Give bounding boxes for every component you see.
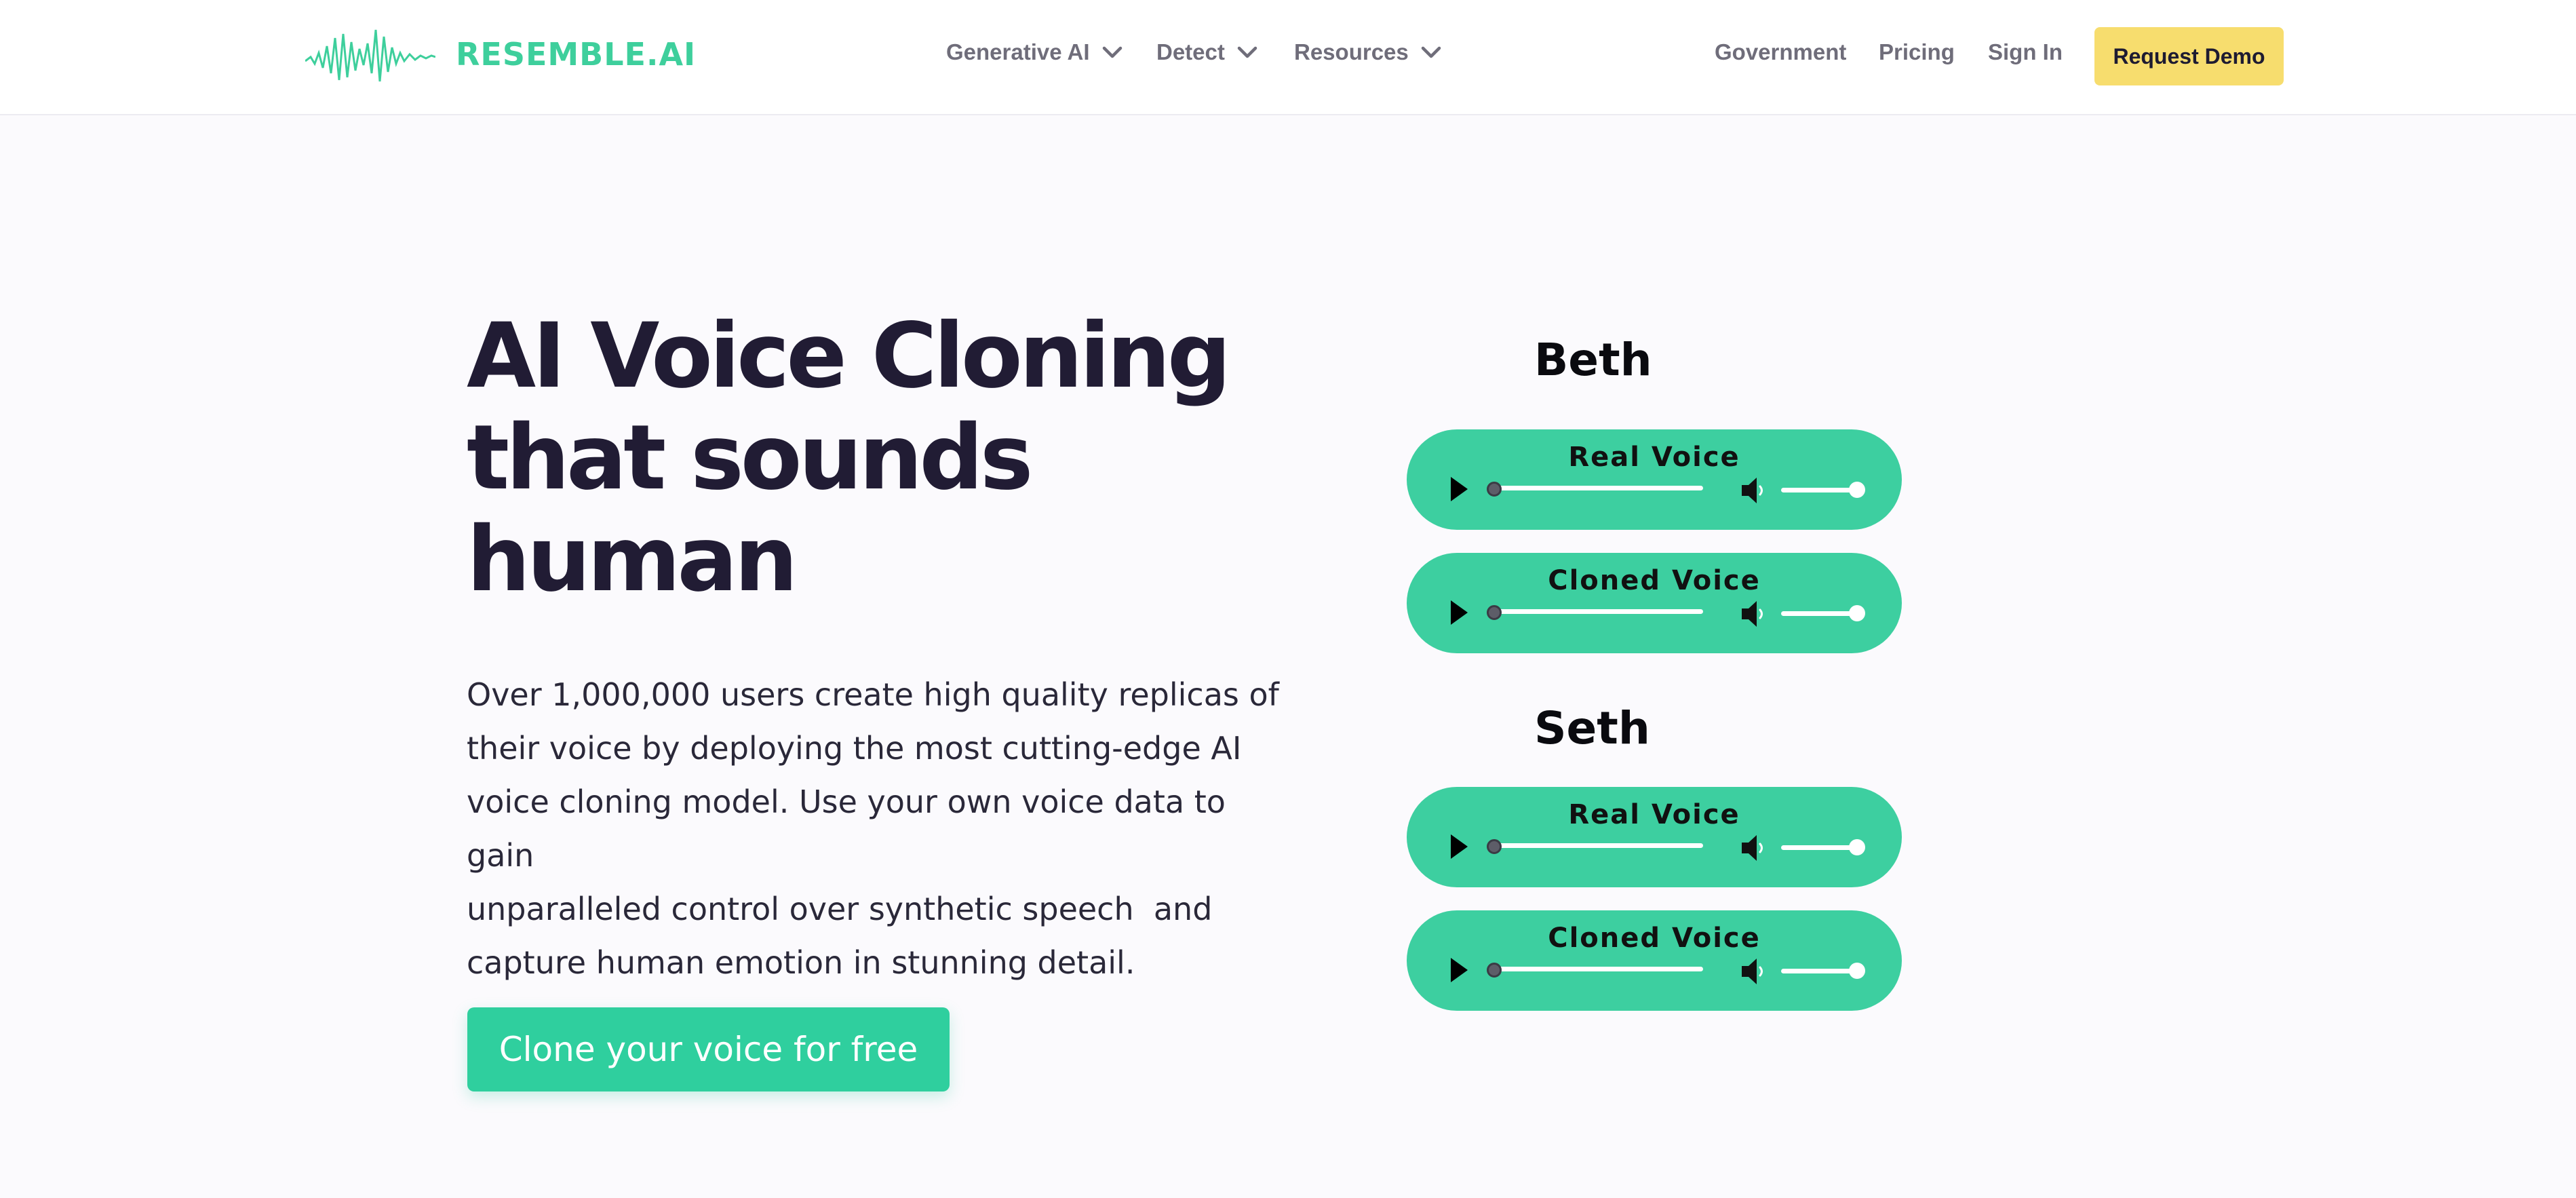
play-icon[interactable] (1449, 833, 1469, 860)
volume-icon[interactable] (1740, 957, 1770, 986)
seek-bar[interactable] (1498, 486, 1703, 490)
volume-slider[interactable] (1781, 488, 1856, 492)
seek-handle[interactable] (1487, 963, 1502, 978)
seek-bar[interactable] (1498, 967, 1703, 971)
waveform-logo-icon (305, 29, 435, 82)
seek-handle[interactable] (1487, 839, 1502, 854)
volume-icon[interactable] (1740, 833, 1770, 863)
hero-title-line: that sounds (467, 406, 1033, 510)
player-label: Real Voice (1568, 442, 1740, 473)
speaker-name-seth: Seth (1534, 702, 1650, 754)
volume-slider[interactable] (1781, 969, 1856, 973)
brand-logo[interactable]: RESEMBLE.AI (305, 20, 696, 88)
volume-icon[interactable] (1740, 476, 1770, 505)
play-icon[interactable] (1449, 476, 1469, 503)
play-icon[interactable] (1449, 957, 1469, 984)
brand-name: RESEMBLE.AI (456, 36, 697, 73)
player-label: Real Voice (1568, 799, 1740, 830)
seek-bar[interactable] (1498, 843, 1703, 848)
seek-handle[interactable] (1487, 482, 1502, 497)
volume-handle[interactable] (1849, 839, 1865, 855)
player-label: Cloned Voice (1548, 565, 1761, 596)
hero-description-line: Over 1,000,000 users create high quality… (467, 676, 1279, 713)
hero-description-line: voice cloning model. Use your own voice … (467, 784, 1226, 874)
nav-menu-resources[interactable]: Resources (1294, 39, 1441, 65)
play-icon[interactable] (1449, 599, 1469, 626)
hero-title-line: AI Voice Cloning (467, 304, 1231, 408)
nav-link-government[interactable]: Government (1715, 39, 1846, 65)
audio-player-seth-cloned: Cloned Voice (1407, 910, 1902, 1011)
nav-link-pricing[interactable]: Pricing (1879, 39, 1955, 65)
chevron-down-icon (1102, 46, 1122, 58)
clone-voice-button[interactable]: Clone your voice for free (467, 1007, 950, 1091)
speaker-name-beth: Beth (1534, 334, 1652, 386)
seek-bar[interactable] (1498, 609, 1703, 614)
chevron-down-icon (1421, 46, 1441, 58)
chevron-down-icon (1237, 46, 1257, 58)
seek-handle[interactable] (1487, 605, 1502, 620)
volume-icon[interactable] (1740, 599, 1770, 629)
volume-handle[interactable] (1849, 963, 1865, 979)
audio-player-seth-real: Real Voice (1407, 787, 1902, 887)
top-nav: RESEMBLE.AI Generative AI Detect Resourc… (0, 0, 2576, 115)
nav-menu-label: Resources (1294, 39, 1409, 64)
hero-description: Over 1,000,000 users create high quality… (467, 668, 1281, 990)
volume-slider[interactable] (1781, 611, 1856, 616)
volume-handle[interactable] (1849, 482, 1865, 498)
hero-description-line: their voice by deploying the most cuttin… (467, 730, 1242, 767)
hero-title: AI Voice Cloning that sounds human (467, 305, 1281, 611)
audio-player-beth-real: Real Voice (1407, 429, 1902, 530)
nav-menu-label: Generative AI (946, 39, 1090, 64)
volume-handle[interactable] (1849, 605, 1865, 621)
audio-player-beth-cloned: Cloned Voice (1407, 553, 1902, 653)
nav-menu-detect[interactable]: Detect (1156, 39, 1257, 65)
hero-title-line: human (467, 507, 798, 612)
nav-link-sign-in[interactable]: Sign In (1988, 39, 2063, 65)
nav-menu-label: Detect (1156, 39, 1225, 64)
player-label: Cloned Voice (1548, 923, 1761, 954)
request-demo-button[interactable]: Request Demo (2094, 27, 2284, 85)
nav-menu-generative-ai[interactable]: Generative AI (946, 39, 1123, 65)
hero-description-line: unparalleled control over synthetic spee… (467, 891, 1213, 927)
hero-description-line: capture human emotion in stunning detail… (467, 944, 1135, 981)
volume-slider[interactable] (1781, 845, 1856, 850)
